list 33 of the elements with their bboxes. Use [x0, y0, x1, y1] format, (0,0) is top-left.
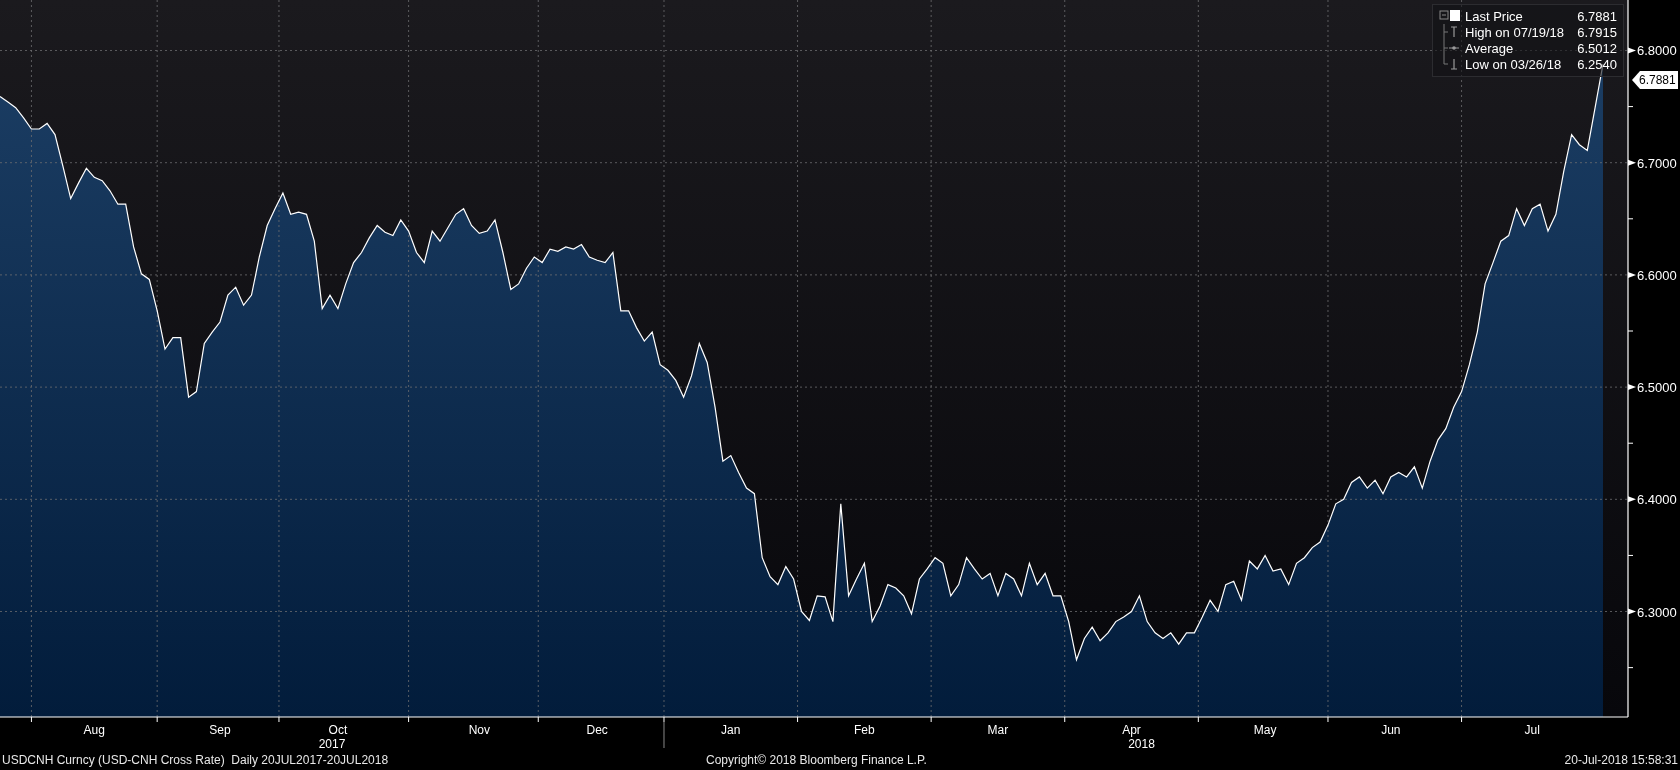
legend-value: 6.7881: [1577, 8, 1617, 24]
month-label: Dec: [586, 723, 608, 737]
legend-value: 6.7915: [1577, 24, 1617, 40]
security-description: USDCNH Curncy (USD-CNH Cross Rate) Daily 20JUL2017-20JUL2018: [2, 753, 389, 767]
month-label: May: [1253, 723, 1277, 737]
axis-label: 6.5000: [1637, 380, 1677, 396]
month-label: Aug: [83, 723, 105, 737]
legend-value: 6.5012: [1577, 40, 1617, 56]
month-label: Jan: [721, 723, 741, 737]
month-label: Jun: [1381, 723, 1401, 737]
legend-label: Low on 03/26/18: [1464, 56, 1563, 72]
month-label: Sep: [209, 723, 231, 737]
month-label: Nov: [468, 723, 490, 737]
month-label: Mar: [987, 723, 1009, 737]
legend-label: Last Price: [1464, 8, 1524, 24]
axis-label: 6.4000: [1637, 492, 1677, 508]
month-label: Oct: [328, 723, 348, 737]
axis-label: 6.8000: [1637, 43, 1677, 59]
axis-label: 6.6000: [1637, 267, 1677, 283]
copyright-notice: Copyright© 2018 Bloomberg Finance L.P.: [705, 753, 927, 767]
month-label: Jul: [1524, 723, 1540, 737]
month-label: Feb: [854, 723, 875, 737]
legend-label: Average: [1464, 40, 1515, 56]
year-label: 2017: [318, 737, 346, 750]
axis-label: 6.3000: [1637, 604, 1677, 620]
year-label: 2018: [1128, 737, 1155, 750]
legend-label: High on 07/19/18: [1464, 24, 1566, 40]
price-tag: 6.7881: [1632, 70, 1678, 89]
legend-swatch-icon: [1439, 8, 1461, 24]
month-label: Apr: [1122, 723, 1141, 737]
axis-label: 6.7000: [1637, 155, 1677, 171]
legend-value: 6.2540: [1577, 56, 1617, 72]
timestamp: 20-Jul-2018 15:58:31: [1564, 753, 1678, 767]
